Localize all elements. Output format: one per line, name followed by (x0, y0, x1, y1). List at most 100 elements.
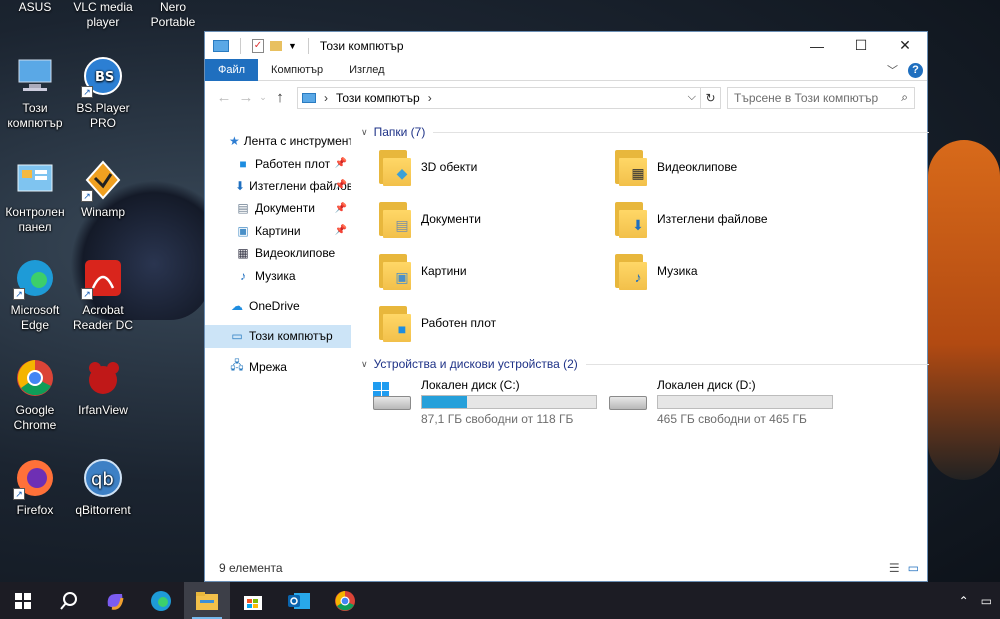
folder-documents[interactable]: ▤ Документи (377, 198, 481, 240)
drive-d[interactable]: Локален диск (D:) 465 ГБ свободни от 465… (607, 378, 833, 426)
folder-pictures[interactable]: ▣ Картини (377, 250, 467, 292)
chrome-icon[interactable] (322, 582, 368, 619)
title-bar[interactable]: ✓ ▼ Този компютър — ☐ ✕ (205, 32, 927, 59)
new-folder-icon[interactable] (270, 40, 282, 51)
desktop-icon-chrome[interactable]: Google Chrome (0, 356, 70, 433)
folder-label: Изтеглени файлове (657, 212, 768, 226)
irfanview-icon (81, 356, 125, 400)
desktop-icon-control-panel[interactable]: Контролен панел (0, 158, 70, 235)
file-explorer-icon[interactable] (184, 582, 230, 619)
folder-music[interactable]: ♪ Музика (613, 250, 698, 292)
drive-usage-bar (657, 395, 833, 409)
desktop-icon-acrobat[interactable]: ↗ Acrobat Reader DC (68, 256, 138, 333)
film-icon: ▦ (237, 246, 249, 261)
maximize-button[interactable]: ☐ (839, 32, 883, 59)
folder-videos[interactable]: ▦ Видеоклипове (613, 146, 737, 188)
up-arrow-icon[interactable]: ↑ (269, 89, 291, 106)
this-pc-small-icon (213, 39, 229, 52)
desktop-icon-label: Този компютър (7, 101, 63, 130)
group-header-label: Папки (7) (373, 125, 426, 139)
store-icon[interactable] (230, 582, 276, 619)
nav-item-downloads[interactable]: ⬇ Изтеглени файлове 📌 (205, 175, 351, 197)
large-icons-view-icon[interactable]: ▭ (908, 561, 919, 575)
back-arrow-icon[interactable]: ← (213, 89, 235, 106)
collapse-chevron-icon[interactable]: ∨ (361, 359, 368, 370)
close-button[interactable]: ✕ (883, 32, 927, 59)
tab-file[interactable]: Файл (205, 58, 259, 81)
details-view-icon[interactable]: ☰ (889, 561, 900, 575)
customize-toolbar-icon[interactable]: ▼ (288, 41, 297, 51)
desktop-label-asus[interactable]: ASUS (0, 0, 70, 15)
address-bar[interactable]: › Този компютър › ⌵ (297, 86, 701, 109)
forward-arrow-icon[interactable]: → (235, 89, 257, 106)
breadcrumb-chevron-icon[interactable]: › (428, 91, 432, 105)
group-header-drives[interactable]: ∨ Устройства и дискови устройства (2) (361, 354, 929, 374)
ribbon-tabs: Файл Компютър Изглед ﹀ ? (205, 58, 927, 81)
desktop-label-vlc[interactable]: VLC media player (68, 0, 138, 30)
nav-item-pictures[interactable]: ▣ Картини 📌 (205, 220, 351, 242)
nav-label: Документи (255, 201, 315, 216)
nav-item-music[interactable]: ♪ Музика (205, 264, 351, 286)
recent-locations-icon[interactable]: ⌄ (257, 92, 269, 103)
taskbar: ⌃ ▭ (0, 582, 1000, 619)
desktop-icon-winamp[interactable]: ↗ Winamp (68, 158, 138, 220)
desktop-label-nero[interactable]: Nero Portable (138, 0, 208, 30)
hard-drive-icon (607, 378, 651, 418)
folder-downloads[interactable]: ⬇ Изтеглени файлове (613, 198, 768, 240)
help-button[interactable]: ? (908, 62, 923, 78)
desktop-icon-bsplayer[interactable]: BS ↗ BS.Player PRO (68, 54, 138, 131)
tab-view[interactable]: Изглед (336, 59, 397, 81)
desktop: ASUS VLC media player Nero Portable Този… (0, 0, 204, 581)
nav-item-desktop[interactable]: ■ Работен плот 📌 (205, 152, 351, 174)
nav-label: Музика (255, 268, 296, 283)
nav-onedrive[interactable]: ☁ OneDrive (205, 295, 351, 317)
desktop-icon-qbittorrent[interactable]: qb qBittorrent (68, 456, 138, 518)
folder-3d-objects[interactable]: ◆ 3D обекти (377, 146, 477, 188)
properties-icon[interactable]: ✓ (252, 38, 264, 53)
edge-icon[interactable] (138, 582, 184, 619)
nav-label: Видеоклипове (255, 246, 336, 261)
nav-item-videos[interactable]: ▦ Видеоклипове (205, 242, 351, 264)
outlook-icon[interactable] (276, 582, 322, 619)
search-input[interactable]: Търсене в Този компютър ⌕ (727, 86, 915, 109)
system-tray: ⌃ ▭ (959, 582, 1000, 619)
search-icon[interactable] (46, 582, 92, 619)
breadcrumb-this-pc[interactable]: Този компютър (336, 91, 420, 105)
minimize-button[interactable]: — (795, 32, 839, 59)
refresh-icon[interactable]: ↻ (701, 86, 721, 109)
tray-chevron-up-icon[interactable]: ⌃ (959, 594, 969, 608)
desktop-icon-label: Microsoft Edge (10, 303, 60, 332)
nav-this-pc[interactable]: ▭ Този компютър (205, 325, 351, 348)
desktop-icon-this-pc[interactable]: Този компютър (0, 54, 70, 131)
nav-quick-access[interactable]: ★ Лента с инструменти (205, 130, 351, 152)
start-icon[interactable] (0, 582, 46, 619)
network-icon[interactable]: ▭ (981, 594, 992, 608)
tab-computer[interactable]: Компютър (258, 59, 336, 81)
desktop-icon-edge[interactable]: ↗ Microsoft Edge (0, 256, 70, 333)
network-icon: 🖧 (230, 358, 244, 373)
music-note-icon: ♪ (240, 268, 246, 283)
group-header-folders[interactable]: ∨ Папки (7) (361, 122, 929, 142)
desktop-icon-irfanview[interactable]: IrfanView (68, 356, 138, 418)
collapse-chevron-icon[interactable]: ∨ (361, 127, 368, 138)
drive-usage-bar (421, 395, 597, 409)
folder-download-icon: ⬇ (613, 198, 651, 240)
this-pc-small-icon (302, 92, 316, 103)
folder-document-icon: ▤ (377, 198, 415, 240)
nav-label: Този компютър (249, 329, 333, 344)
nav-label: OneDrive (249, 298, 300, 313)
search-placeholder: Търсене в Този компютър (734, 90, 879, 105)
pin-icon: 📌 (334, 202, 347, 214)
nav-item-documents[interactable]: ▤ Документи 📌 (205, 197, 351, 219)
expand-ribbon-icon[interactable]: ﹀ (887, 62, 898, 78)
copilot-icon[interactable] (92, 582, 138, 619)
nav-label: Мрежа (249, 359, 287, 374)
chevron-down-icon[interactable]: ⌵ (688, 91, 696, 104)
breadcrumb-chevron-icon[interactable]: › (324, 91, 328, 105)
folder-desktop[interactable]: ■ Работен плот (377, 302, 496, 344)
download-arrow-icon: ⬇ (235, 178, 246, 193)
desktop-icon-firefox[interactable]: ↗ Firefox (0, 456, 70, 518)
nav-network[interactable]: 🖧 Мрежа (205, 356, 351, 378)
drive-c[interactable]: Локален диск (C:) 87,1 ГБ свободни от 11… (371, 378, 597, 426)
folder-pictures-icon: ▣ (377, 250, 415, 292)
